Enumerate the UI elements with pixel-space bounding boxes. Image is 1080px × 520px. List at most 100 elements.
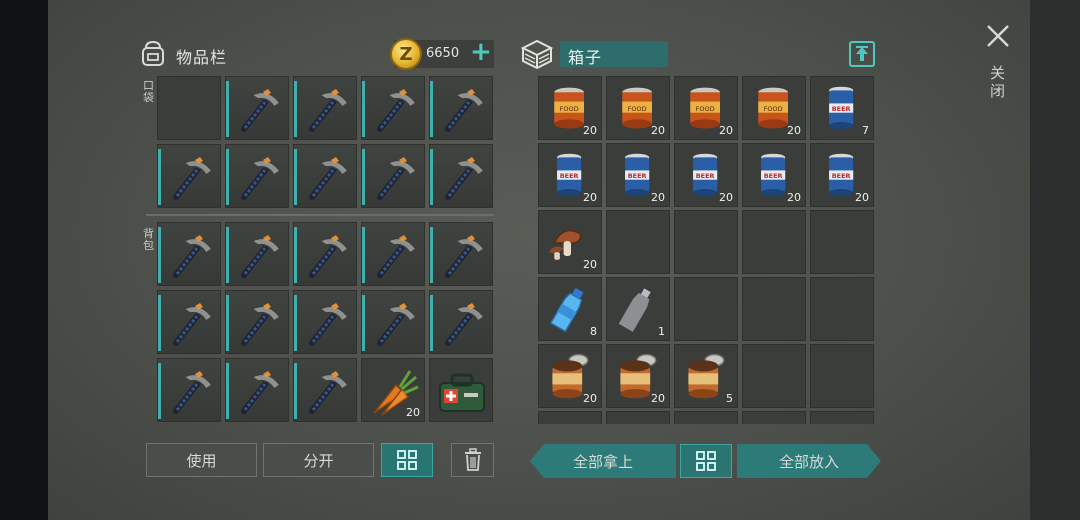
pickaxe-icon	[445, 235, 486, 278]
chest-slot[interactable]	[742, 210, 806, 274]
chest-slot[interactable]	[674, 277, 738, 341]
trash-button[interactable]	[451, 443, 494, 477]
backpack-slot[interactable]	[157, 358, 221, 422]
chest-slot[interactable]: 5	[674, 344, 738, 408]
svg-text:BEER: BEER	[628, 172, 647, 180]
add-coins-button[interactable]: +	[470, 37, 492, 67]
inventory-sort-button[interactable]	[381, 443, 433, 477]
chest-slot[interactable]	[606, 210, 670, 274]
pocket-slot[interactable]	[429, 144, 493, 208]
pickaxe-icon	[309, 235, 350, 278]
backpack-slot[interactable]	[429, 358, 493, 422]
chest-sort-button[interactable]	[680, 444, 732, 478]
item-count: 5	[726, 392, 733, 405]
chest-slot[interactable]: 1	[606, 277, 670, 341]
item-count: 20	[787, 191, 801, 204]
item-count: 20	[583, 191, 597, 204]
split-button[interactable]: 分开	[263, 443, 374, 477]
pickaxe-icon	[241, 235, 282, 278]
coin-amount: 6650	[426, 46, 460, 61]
chest-slot[interactable]	[674, 210, 738, 274]
section-divider	[146, 214, 494, 216]
chest-slot[interactable]: 20	[538, 344, 602, 408]
item-count: 8	[590, 325, 597, 338]
pocket-slot[interactable]	[157, 144, 221, 208]
chest-slot[interactable]: 20	[538, 210, 602, 274]
chest-slot[interactable]: 8	[538, 277, 602, 341]
chest-slot[interactable]: BEER 20	[606, 143, 670, 207]
backpack-slot[interactable]	[157, 290, 221, 354]
take-all-button[interactable]: 全部拿上	[530, 444, 676, 478]
chest-slot[interactable]: BEER 20	[674, 143, 738, 207]
pickaxe-icon	[377, 157, 418, 200]
pickaxe-icon	[445, 303, 486, 346]
pocket-slot[interactable]	[361, 76, 425, 140]
inventory-header: 物品栏 Z 6650 +	[138, 37, 498, 70]
backpack-slot[interactable]	[225, 358, 289, 422]
chest-slot[interactable]	[742, 277, 806, 341]
chest-slot[interactable]	[742, 411, 806, 424]
chest-slot[interactable]	[538, 411, 602, 424]
chest-slot[interactable]	[742, 344, 806, 408]
backpack-slot[interactable]	[429, 222, 493, 286]
pocket-slot[interactable]	[225, 144, 289, 208]
backpack-slot[interactable]	[293, 222, 357, 286]
grid-icon	[397, 450, 417, 470]
backpack-slot[interactable]: 20	[361, 358, 425, 422]
close-icon[interactable]	[984, 22, 1012, 50]
pocket-slot[interactable]	[429, 76, 493, 140]
chest-slot[interactable]	[606, 411, 670, 424]
svg-text:BEER: BEER	[832, 105, 851, 113]
pocket-slot[interactable]	[293, 144, 357, 208]
put-all-button[interactable]: 全部放入	[737, 444, 881, 478]
pocket-label: 口袋	[143, 79, 154, 104]
coin-counter: Z 6650 +	[390, 37, 494, 70]
chest-slot[interactable]	[810, 344, 874, 408]
backpack-slot[interactable]	[225, 290, 289, 354]
left-edge	[0, 0, 48, 520]
upload-icon[interactable]	[848, 40, 876, 68]
backpack-slot[interactable]	[361, 290, 425, 354]
pocket-slot[interactable]	[361, 144, 425, 208]
backpack-slot[interactable]	[293, 358, 357, 422]
item-count: 1	[658, 325, 665, 338]
item-count: 20	[719, 124, 733, 137]
use-button[interactable]: 使用	[146, 443, 257, 477]
item-count: 20	[651, 392, 665, 405]
chest-slot[interactable]	[810, 210, 874, 274]
right-edge	[1030, 0, 1080, 520]
close-label[interactable]: 关闭	[990, 64, 1006, 100]
chest-slot[interactable]	[674, 411, 738, 424]
chest-slot[interactable]: FOOD 20	[538, 76, 602, 140]
pickaxe-icon	[173, 371, 214, 414]
medkit-bag-icon	[439, 373, 485, 412]
pickaxe-icon	[173, 235, 214, 278]
pickaxe-icon	[309, 371, 350, 414]
chest-slot[interactable]	[810, 411, 874, 424]
item-count: 20	[583, 392, 597, 405]
svg-text:BEER: BEER	[696, 172, 715, 180]
backpack-slot[interactable]	[225, 222, 289, 286]
chest-slot[interactable]: BEER 20	[810, 143, 874, 207]
chest-slot[interactable]: 20	[606, 344, 670, 408]
pocket-slot[interactable]	[293, 76, 357, 140]
backpack-slot[interactable]	[293, 290, 357, 354]
chest-slot[interactable]: BEER 20	[742, 143, 806, 207]
svg-text:BEER: BEER	[832, 172, 851, 180]
item-count: 20	[787, 124, 801, 137]
chest-name-field[interactable]: 箱子	[560, 41, 668, 67]
chest-slot[interactable]: FOOD 20	[606, 76, 670, 140]
chest-slot[interactable]: BEER 7	[810, 76, 874, 140]
chest-slot[interactable]: BEER 20	[538, 143, 602, 207]
chest-slot[interactable]: FOOD 20	[742, 76, 806, 140]
pocket-slot[interactable]	[157, 76, 221, 140]
backpack-slot[interactable]	[429, 290, 493, 354]
backpack-slot[interactable]	[361, 222, 425, 286]
pickaxe-icon	[241, 371, 282, 414]
chest-slot[interactable]: FOOD 20	[674, 76, 738, 140]
backpack-label: 背包	[143, 227, 154, 252]
chest-slot[interactable]	[810, 277, 874, 341]
backpack-slot[interactable]	[157, 222, 221, 286]
inventory-title: 物品栏	[176, 48, 228, 67]
pocket-slot[interactable]	[225, 76, 289, 140]
